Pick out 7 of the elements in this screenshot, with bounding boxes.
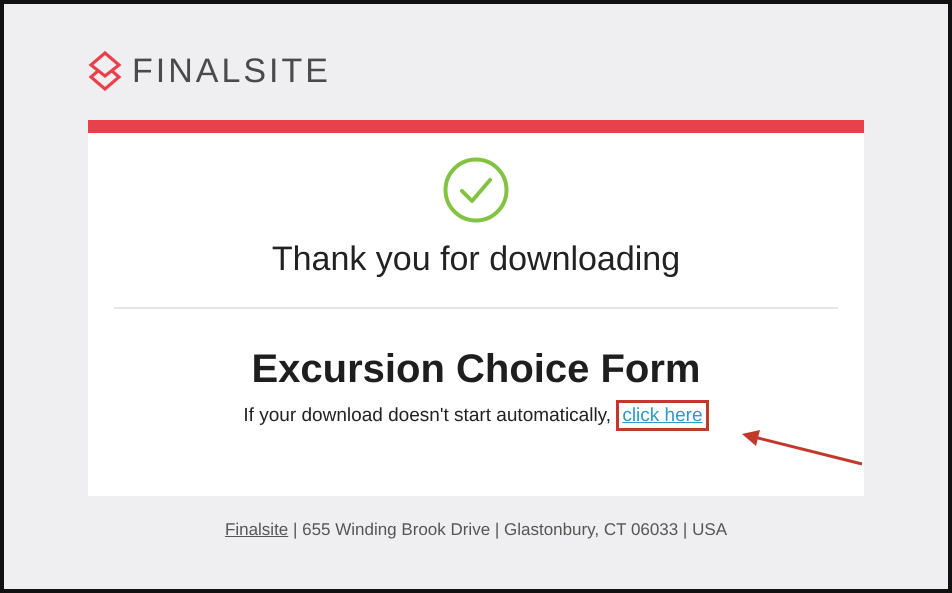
footer-address: Finalsite | 655 Winding Brook Drive | Glastonbury, CT 06033 | USA [224,520,728,540]
finalsite-link[interactable]: Finalsite [224,520,288,539]
logo-wordmark: FINALSITE [132,54,331,88]
logo-icon [86,50,124,92]
check-circle-icon [443,157,509,223]
file-name-heading: Excursion Choice Form [252,346,700,393]
thank-you-title: Thank you for downloading [272,239,680,280]
